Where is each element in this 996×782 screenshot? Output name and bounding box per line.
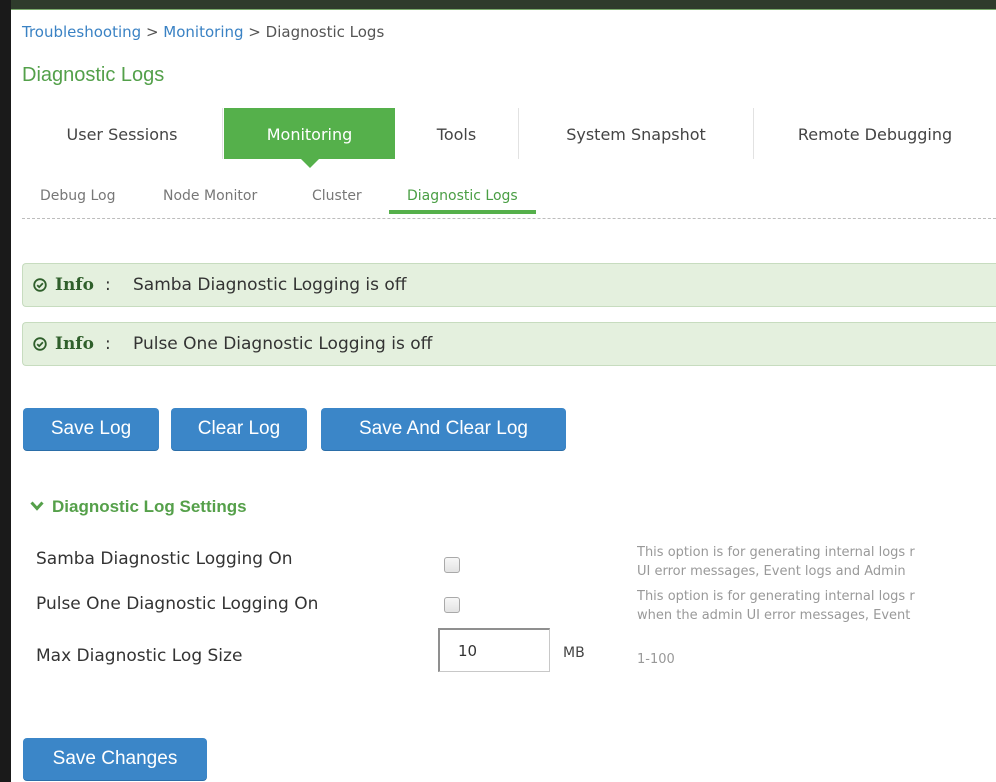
- pulse-one-logging-help: This option is for generating internal l…: [637, 587, 996, 625]
- breadcrumb-separator: >: [145, 23, 159, 41]
- main-tab-bar: User Sessions Monitoring Tools System Sn…: [22, 108, 996, 168]
- breadcrumb-separator: >: [248, 23, 261, 41]
- tab-user-sessions[interactable]: User Sessions: [22, 108, 223, 159]
- subtab-debug-log[interactable]: Debug Log: [40, 185, 116, 215]
- tab-monitoring[interactable]: Monitoring: [224, 108, 395, 168]
- info-separator: :: [105, 275, 111, 295]
- info-text: Pulse One Diagnostic Logging is off: [133, 334, 433, 354]
- check-circle-icon: [33, 278, 47, 292]
- clear-log-button[interactable]: Clear Log: [171, 408, 307, 450]
- samba-logging-label: Samba Diagnostic Logging On: [36, 549, 293, 569]
- subtab-divider: [22, 218, 996, 219]
- tab-tools[interactable]: Tools: [395, 108, 519, 159]
- subtab-diagnostic-logs[interactable]: Diagnostic Logs: [389, 185, 536, 215]
- info-message-pulse-one: Info : Pulse One Diagnostic Logging is o…: [22, 322, 996, 366]
- max-log-size-input[interactable]: [438, 628, 550, 672]
- info-text: Samba Diagnostic Logging is off: [133, 275, 407, 295]
- sub-tab-bar: Debug Log Node Monitor Cluster Diagnosti…: [22, 185, 996, 219]
- help-line: UI error messages, Event logs and Admin: [637, 564, 906, 579]
- info-label: Info: [55, 275, 94, 295]
- save-changes-button[interactable]: Save Changes: [23, 738, 207, 780]
- info-separator: :: [105, 334, 111, 354]
- pulse-one-logging-label: Pulse One Diagnostic Logging On: [36, 594, 319, 614]
- save-log-button[interactable]: Save Log: [23, 408, 159, 450]
- max-log-size-range: 1-100: [637, 652, 675, 667]
- window-left-border: [0, 0, 11, 782]
- subtab-cluster[interactable]: Cluster: [312, 185, 362, 215]
- help-line: This option is for generating internal l…: [637, 589, 915, 604]
- breadcrumb-link-troubleshooting[interactable]: Troubleshooting: [22, 23, 141, 41]
- breadcrumb-current: Diagnostic Logs: [265, 23, 385, 41]
- max-log-size-unit: MB: [563, 645, 585, 661]
- tab-system-snapshot[interactable]: System Snapshot: [519, 108, 754, 159]
- save-and-clear-log-button[interactable]: Save And Clear Log: [321, 408, 566, 450]
- samba-logging-checkbox[interactable]: [444, 557, 460, 573]
- info-label: Info: [55, 334, 94, 354]
- pulse-one-logging-checkbox[interactable]: [444, 597, 460, 613]
- active-subtab-indicator: [389, 210, 536, 214]
- window-top-border: [0, 0, 996, 10]
- page-title: Diagnostic Logs: [22, 64, 165, 86]
- subtab-diagnostic-logs-label: Diagnostic Logs: [407, 188, 518, 204]
- subtab-node-monitor[interactable]: Node Monitor: [163, 185, 257, 215]
- info-message-samba: Info : Samba Diagnostic Logging is off: [22, 263, 996, 307]
- max-log-size-label: Max Diagnostic Log Size: [36, 646, 243, 666]
- breadcrumb: Troubleshooting > Monitoring > Diagnosti…: [22, 22, 384, 42]
- help-line: when the admin UI error messages, Event: [637, 608, 911, 623]
- samba-logging-help: This option is for generating internal l…: [637, 543, 996, 581]
- chevron-down-icon: [30, 501, 44, 511]
- breadcrumb-link-monitoring[interactable]: Monitoring: [163, 23, 243, 41]
- help-line: This option is for generating internal l…: [637, 545, 915, 560]
- section-title: Diagnostic Log Settings: [52, 497, 247, 516]
- diagnostic-log-settings-toggle[interactable]: Diagnostic Log Settings: [30, 497, 247, 517]
- check-circle-icon: [33, 337, 47, 351]
- tab-remote-debugging[interactable]: Remote Debugging: [754, 108, 996, 159]
